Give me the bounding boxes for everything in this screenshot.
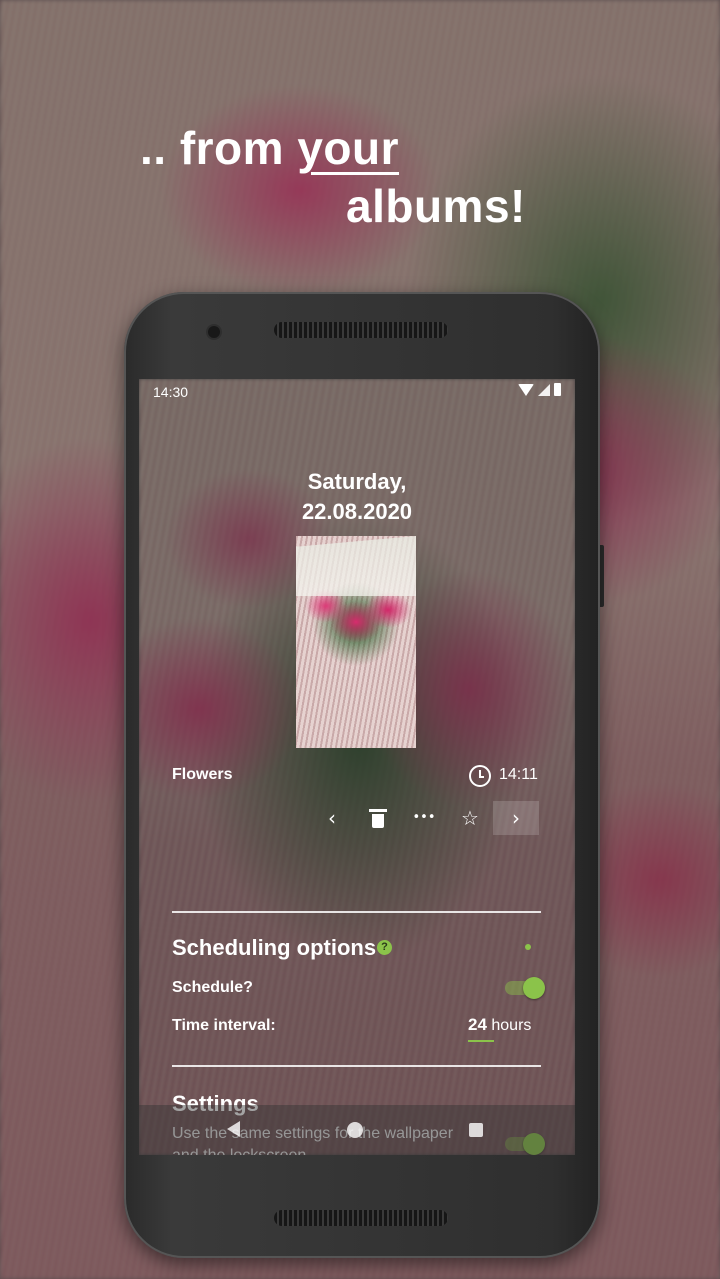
favorite-button[interactable]: ☆ [447,801,493,835]
top-speaker [274,322,448,338]
headline-emphasis: your [297,122,400,174]
indicator-dot [525,944,531,950]
headline-line1: .. from your [140,122,400,174]
divider [172,1065,541,1067]
headline-line2: albums! [346,180,526,232]
help-icon[interactable]: ? [377,940,392,955]
album-name[interactable]: Flowers [172,766,232,784]
phone-screen: 14:30 Saturday, 22.08.2020 Flowers 14:11… [139,379,575,1155]
bottom-speaker [274,1210,448,1226]
photo-date: 22.08.2020 [301,499,413,524]
status-bar: 14:30 [139,379,575,405]
photo-time: 14:11 [499,766,538,783]
time-interval-label: Time interval: [172,1017,276,1034]
navigation-bar [139,1105,575,1155]
status-icons [518,383,561,396]
front-camera [208,326,220,338]
delete-button[interactable] [355,801,401,835]
clock-icon [469,765,491,787]
scheduling-title: Scheduling options [172,935,377,960]
photo-date-day: Saturday, [307,469,407,494]
previous-button[interactable]: ‹ [309,801,355,835]
signal-icon [538,383,550,396]
trash-icon [369,809,387,828]
interval-value: 24 [468,1015,487,1034]
schedule-label: Schedule? [172,979,253,996]
schedule-toggle[interactable] [505,977,545,999]
home-icon[interactable] [347,1122,363,1138]
status-time: 14:30 [153,384,189,400]
interval-unit: hours [491,1017,532,1034]
wifi-icon [518,383,534,396]
photo-thumbnail[interactable] [296,536,416,748]
next-button[interactable]: › [493,801,539,835]
photo-actions: ‹ ••• ☆ › [309,801,539,835]
recents-icon[interactable] [469,1123,483,1137]
more-button[interactable]: ••• [401,801,447,835]
battery-icon [554,383,561,396]
divider [172,911,541,913]
time-interval-input[interactable]: 24 hours [468,1015,540,1035]
interval-underline [468,1040,494,1042]
back-icon[interactable] [227,1121,240,1137]
